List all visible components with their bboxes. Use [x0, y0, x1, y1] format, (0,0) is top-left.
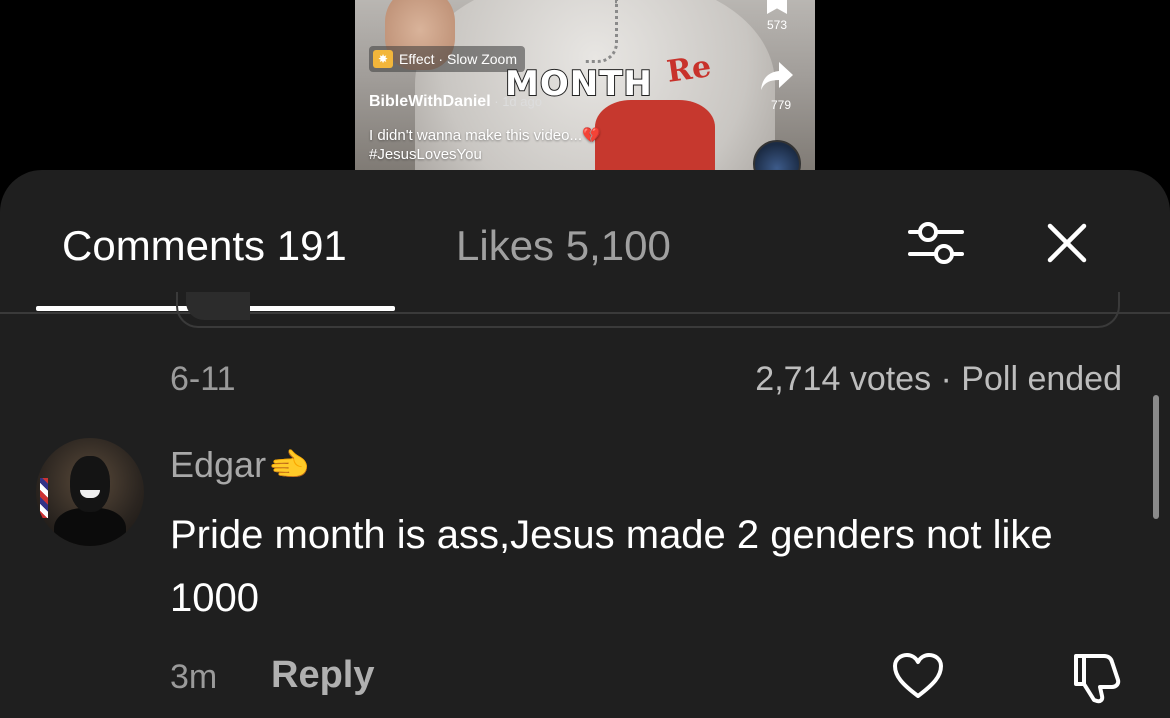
bookmark-icon — [767, 0, 787, 14]
poll-option-bar — [186, 292, 250, 320]
video-preview[interactable]: Re ✸ Effect · Slow Zoom MONTH BibleWithD… — [355, 0, 815, 178]
comment-author[interactable]: Edgar 🫲 — [170, 444, 310, 486]
effect-icon: ✸ — [373, 50, 393, 68]
video-age: · 1d ago — [490, 94, 542, 109]
dislike-icon[interactable] — [1070, 650, 1124, 704]
scrollbar[interactable] — [1153, 395, 1159, 519]
screen: Re ✸ Effect · Slow Zoom MONTH BibleWithD… — [0, 0, 1170, 718]
video-hashtag[interactable]: #JesusLovesYou — [369, 145, 601, 164]
comments-sheet: Comments 191 Likes 5,100 6-11 2,714 vote… — [0, 170, 1170, 718]
poll-date: 6-11 — [170, 360, 236, 398]
avatar-barber-pole — [40, 478, 48, 518]
avatar-face — [70, 456, 110, 512]
tab-comments[interactable]: Comments 191 — [62, 222, 347, 270]
poll-card — [176, 292, 1120, 328]
video-author[interactable]: BibleWithDaniel · 1d ago — [369, 93, 542, 111]
comment-text: Pride month is ass,Jesus made 2 genders … — [170, 513, 1053, 620]
close-icon[interactable] — [1044, 220, 1090, 266]
bookmark-count: 573 — [766, 18, 788, 32]
comment-author-emoji: 🫲 — [268, 446, 311, 484]
video-author-name: BibleWithDaniel — [369, 93, 491, 110]
heart-icon[interactable] — [892, 652, 944, 700]
video-caption: I didn't wanna make this video...💔 #Jesu… — [369, 126, 601, 164]
share-icon[interactable] — [759, 60, 795, 92]
sheet-tabs: Comments 191 Likes 5,100 — [0, 170, 1170, 312]
video-caption-line: I didn't wanna make this video...💔 — [369, 127, 601, 144]
tab-likes[interactable]: Likes 5,100 — [456, 222, 671, 270]
comment-author-name: Edgar — [170, 444, 267, 485]
video-shirt-lettering: Re — [664, 49, 714, 90]
avatar[interactable] — [36, 438, 144, 546]
avatar-body — [54, 508, 126, 546]
reply-button[interactable]: Reply — [271, 654, 374, 697]
share-count: 779 — [770, 98, 791, 112]
effect-label: Effect · Slow Zoom — [399, 51, 518, 67]
poll-meta: 2,714 votes · Poll ended — [755, 360, 1122, 398]
comment-time: 3m — [170, 658, 218, 696]
bookmark-button[interactable]: 573 — [757, 0, 797, 32]
video-shirt-graphic — [595, 100, 715, 178]
filter-icon[interactable] — [906, 218, 966, 268]
video-subject-chain — [585, 0, 618, 63]
effect-chip[interactable]: ✸ Effect · Slow Zoom — [369, 46, 526, 72]
